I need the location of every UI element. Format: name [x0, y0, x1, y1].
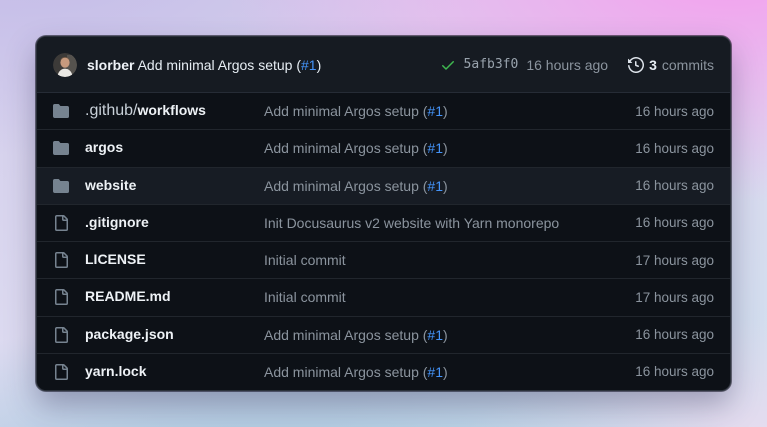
table-row[interactable]: LICENSE Initial commit 17 hours ago — [37, 241, 730, 278]
file-path-prefix-link[interactable]: .github/ — [85, 102, 137, 119]
table-row[interactable]: argos Add minimal Argos setup (#1) 16 ho… — [37, 129, 730, 166]
table-row[interactable]: .gitignore Init Docusaurus v2 website wi… — [37, 204, 730, 241]
latest-commit-header: slorber Add minimal Argos setup (#1) 5af… — [37, 37, 730, 93]
commit-time: 17 hours ago — [635, 253, 714, 268]
file-link[interactable]: yarn.lock — [85, 363, 146, 379]
folder-icon — [53, 140, 69, 156]
commit-message-text: Add minimal Argos setup ( — [138, 57, 301, 73]
pr-link[interactable]: #1 — [427, 364, 443, 380]
file-name: package.json — [85, 326, 248, 344]
commit-message: Init Docusaurus v2 website with Yarn mon… — [264, 215, 619, 231]
commit-message: Add minimal Argos setup (#1) — [264, 140, 619, 156]
pr-link[interactable]: #1 — [427, 178, 443, 194]
file-name: .github/workflows — [85, 102, 248, 120]
history-icon — [628, 57, 644, 73]
user-avatar[interactable] — [53, 53, 77, 77]
table-row[interactable]: README.md Initial commit 17 hours ago — [37, 278, 730, 315]
file-name: website — [85, 177, 248, 195]
file-icon — [53, 364, 69, 380]
pr-link[interactable]: #1 — [427, 103, 443, 119]
commits-count: 3 — [649, 57, 657, 73]
file-link[interactable]: .gitignore — [85, 214, 149, 230]
file-icon — [53, 289, 69, 305]
file-name: README.md — [85, 288, 248, 306]
table-row[interactable]: .github/workflows Add minimal Argos setu… — [37, 93, 730, 129]
commit-time: 16 hours ago — [635, 178, 714, 193]
table-row[interactable]: website Add minimal Argos setup (#1) 16 … — [37, 167, 730, 204]
commit-meta: 5afb3f0 16 hours ago 3 commits — [440, 57, 714, 73]
file-link[interactable]: workflows — [137, 102, 205, 118]
commit-message: Add minimal Argos setup (#1) — [264, 178, 619, 194]
folder-icon — [53, 103, 69, 119]
file-name: .gitignore — [85, 214, 248, 232]
file-link[interactable]: argos — [85, 139, 123, 155]
commit-message: Add minimal Argos setup (#1) — [264, 103, 619, 119]
file-icon — [53, 215, 69, 231]
pr-link[interactable]: #1 — [301, 57, 317, 73]
file-link[interactable]: package.json — [85, 326, 174, 342]
file-table: .github/workflows Add minimal Argos setu… — [37, 93, 730, 390]
folder-icon — [53, 178, 69, 194]
file-link[interactable]: LICENSE — [85, 251, 146, 267]
commit-message: Initial commit — [264, 252, 619, 268]
commit-time: 16 hours ago — [635, 215, 714, 230]
file-icon — [53, 327, 69, 343]
commit-time: 16 hours ago — [635, 327, 714, 342]
commits-label: commits — [662, 57, 714, 73]
file-icon — [53, 252, 69, 268]
file-name: yarn.lock — [85, 363, 248, 381]
table-row[interactable]: package.json Add minimal Argos setup (#1… — [37, 316, 730, 353]
commit-hash-link[interactable]: 5afb3f0 — [464, 57, 519, 72]
table-row[interactable]: yarn.lock Add minimal Argos setup (#1) 1… — [37, 353, 730, 390]
file-name: argos — [85, 139, 248, 157]
repo-file-browser: slorber Add minimal Argos setup (#1) 5af… — [36, 36, 731, 391]
commit-time: 16 hours ago — [635, 141, 714, 156]
commit-time: 16 hours ago — [635, 104, 714, 119]
commit-time: 16 hours ago — [526, 57, 608, 73]
commit-author-link[interactable]: slorber — [87, 57, 134, 73]
file-link[interactable]: website — [85, 177, 136, 193]
file-link[interactable]: README.md — [85, 288, 171, 304]
file-name: LICENSE — [85, 251, 248, 269]
commit-time: 16 hours ago — [635, 364, 714, 379]
commit-message: Add minimal Argos setup (#1) — [264, 364, 619, 380]
pr-link[interactable]: #1 — [427, 327, 443, 343]
commit-history-link[interactable]: 3 commits — [628, 57, 714, 73]
commit-summary: slorber Add minimal Argos setup (#1) — [87, 57, 321, 73]
commit-message: Add minimal Argos setup (#1) — [264, 327, 619, 343]
commit-message: Initial commit — [264, 289, 619, 305]
pr-link[interactable]: #1 — [427, 140, 443, 156]
check-icon[interactable] — [440, 57, 456, 73]
commit-time: 17 hours ago — [635, 290, 714, 305]
avatar-image — [53, 53, 77, 77]
